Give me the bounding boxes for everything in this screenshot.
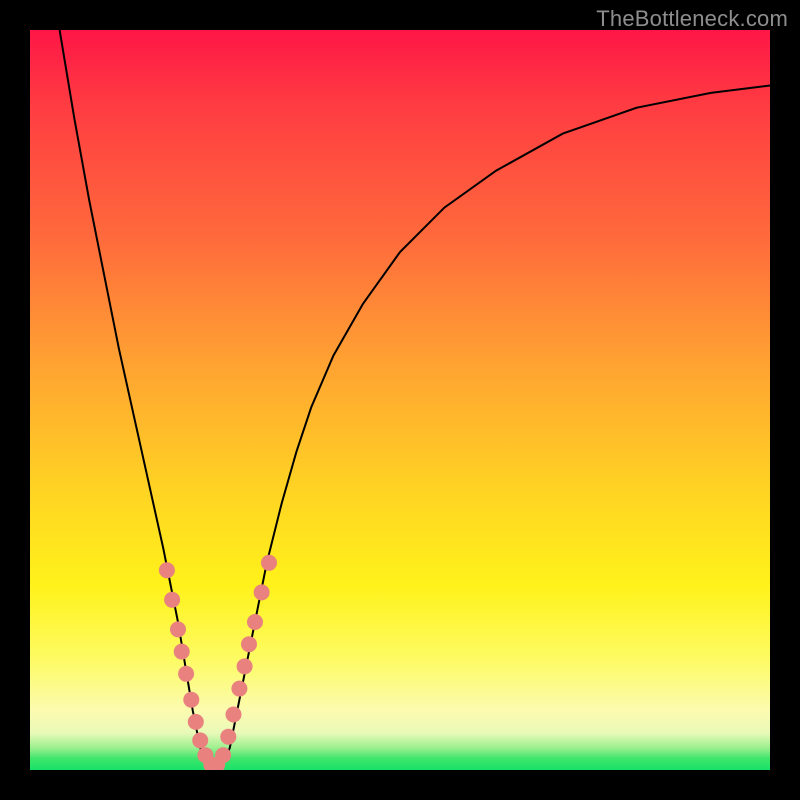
highlight-dot	[183, 692, 199, 708]
highlight-dot	[254, 584, 270, 600]
highlight-dot	[164, 592, 180, 608]
highlight-dot	[247, 614, 263, 630]
plot-area	[30, 30, 770, 770]
highlight-dot	[231, 681, 247, 697]
highlight-dot	[188, 714, 204, 730]
highlight-dot	[261, 555, 277, 571]
highlight-dot	[237, 658, 253, 674]
bottleneck-curve	[60, 30, 770, 770]
watermark-text: TheBottleneck.com	[596, 6, 788, 32]
highlight-dot	[170, 621, 186, 637]
highlight-dot	[192, 732, 208, 748]
chart-stage: TheBottleneck.com	[0, 0, 800, 800]
highlight-dot	[178, 666, 194, 682]
curve-layer	[30, 30, 770, 770]
highlight-dots	[159, 555, 277, 770]
highlight-dot	[241, 636, 257, 652]
highlight-dot	[159, 562, 175, 578]
highlight-dot	[215, 747, 231, 763]
highlight-dot	[174, 644, 190, 660]
highlight-dot	[226, 707, 242, 723]
highlight-dot	[220, 729, 236, 745]
